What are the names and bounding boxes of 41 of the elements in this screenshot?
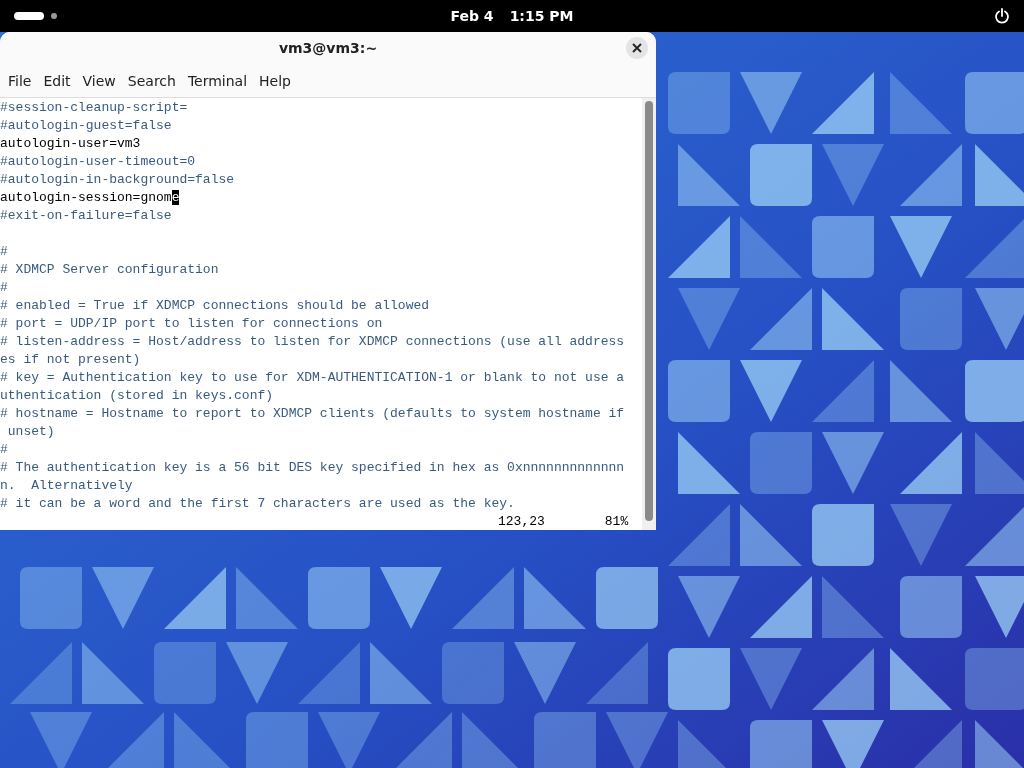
code-line: #	[0, 280, 8, 295]
code-line: #autologin-in-background=false	[0, 172, 235, 187]
scroll-percent: 81%	[604, 513, 629, 530]
code-line: uthentication (stored in keys.conf)	[0, 388, 274, 403]
window-title: vm3@vm3:~	[278, 40, 378, 56]
workspace-dot-icon[interactable]	[51, 13, 57, 19]
text-cursor: e	[171, 190, 180, 205]
code-line: # XDMCP Server configuration	[0, 262, 219, 277]
code-line: # enabled = True if XDMCP connections should be allowed	[0, 298, 430, 313]
menu-item[interactable]: Terminal	[181, 68, 254, 93]
date-text[interactable]: Feb 4	[450, 8, 494, 24]
close-button[interactable]	[626, 37, 648, 59]
code-line: unset)	[6, 424, 55, 439]
menu-item[interactable]: Search	[121, 68, 182, 93]
menu-item[interactable]: File	[2, 68, 38, 93]
menu-item[interactable]: Help	[253, 68, 297, 93]
code-line: autologin-user=vm3	[0, 136, 141, 151]
code-line: # key = Authentication key to use for XDM-AUTHENTICATION-1 or blank to not use a	[0, 370, 625, 385]
code-line: autologin-session=gnome	[0, 190, 180, 205]
code-line: # The authentication key is a 56 bit DES key specified in hex as 0xnnnnnnnnnnnnn	[0, 460, 625, 475]
code-line: # hostname = Hostname to report to XDMCP clients (defaults to system hostname if	[0, 406, 625, 421]
code-line: #	[0, 442, 8, 457]
code-line: # it can be a word and the first 7 characters are used as the key.	[0, 496, 515, 511]
time-text[interactable]: 1:15 PM	[509, 8, 574, 24]
code-line: n. Alternatively	[0, 478, 133, 493]
menu-item[interactable]: View	[76, 68, 122, 93]
menu-item[interactable]: Edit	[37, 68, 77, 93]
close-icon	[632, 43, 642, 53]
code-line: #	[0, 244, 8, 259]
code-line: # port = UDP/IP port to listen for connections on	[0, 316, 383, 331]
code-line: #session-cleanup-script=	[0, 100, 188, 115]
scrollbar-thumb[interactable]	[645, 101, 653, 521]
code-line: #autologin-user-timeout=0	[0, 154, 196, 169]
power-icon[interactable]	[994, 8, 1010, 24]
scrollbar[interactable]	[642, 98, 656, 530]
code-line: #exit-on-failure=false	[0, 208, 172, 223]
code-line: # listen-address = Host/address to listen for XDMCP connections (use all address	[0, 334, 625, 349]
code-line: es if not present)	[0, 352, 141, 367]
cursor-position: 123,23	[498, 513, 545, 530]
activities-indicator-icon[interactable]	[14, 12, 44, 20]
code-line: #autologin-guest=false	[0, 118, 172, 133]
